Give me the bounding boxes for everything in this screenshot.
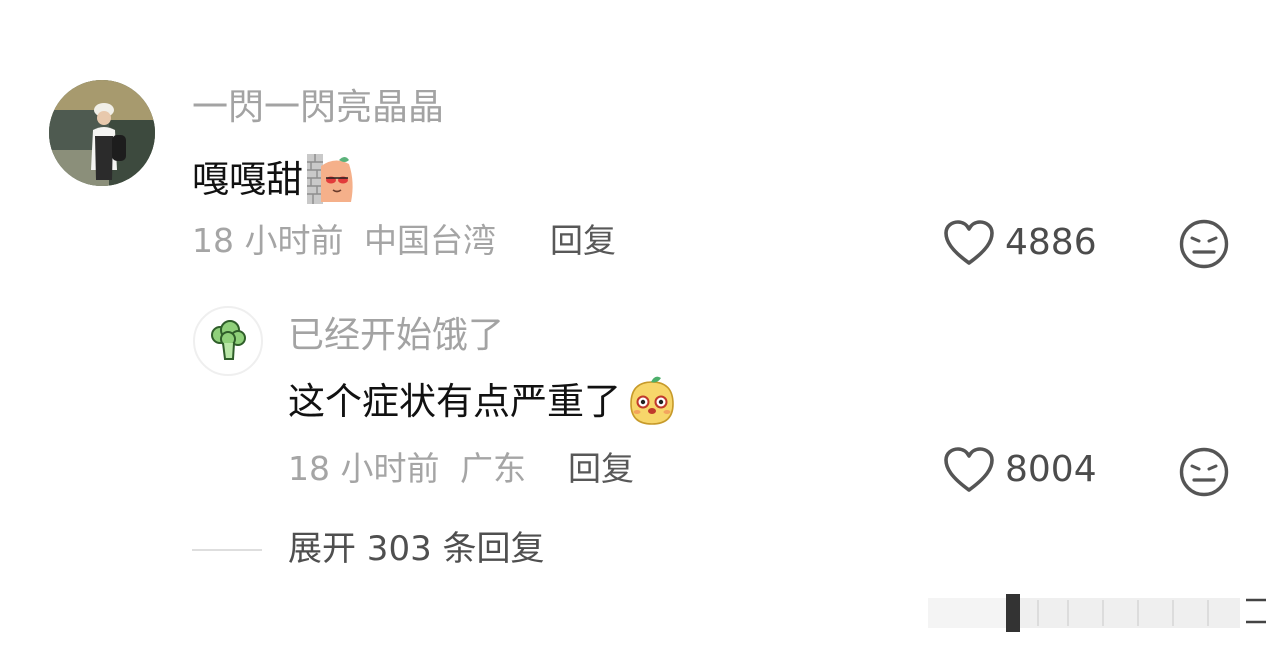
reply-like-count: 8004 (1005, 449, 1097, 490)
comment-username[interactable]: 一閃一閃亮晶晶 (192, 90, 444, 126)
potato-face-sticker-icon (630, 376, 674, 425)
broccoli-icon (211, 320, 246, 360)
heart-outline-icon (944, 220, 994, 265)
reply-avatar[interactable] (193, 306, 263, 376)
comment-reply-button[interactable]: 回复 (550, 224, 616, 257)
meh-face-icon (1179, 447, 1229, 497)
reply-time: 18 小时前 (288, 449, 440, 488)
comment-dislike-button[interactable] (1178, 218, 1230, 274)
comment-like-count: 4886 (1005, 222, 1097, 263)
expand-divider (192, 549, 262, 551)
comment-like-button[interactable]: 4886 (943, 219, 1097, 267)
reply-like-button[interactable]: 8004 (943, 446, 1097, 494)
comment-location: 中国台湾 (363, 221, 496, 260)
reply-meta: 18 小时前 广东 (288, 452, 526, 485)
comment-meta: 18 小时前 中国台湾 (192, 224, 496, 257)
heart-outline-icon (944, 447, 994, 492)
comment-text-row: 嘎嘎甜 (192, 152, 359, 206)
user-avatar[interactable] (49, 80, 155, 186)
comment-time: 18 小时前 (192, 221, 344, 260)
reply-reply-button[interactable]: 回复 (568, 452, 634, 485)
wall-peek-sticker-icon (307, 154, 353, 204)
comment-text: 嘎嘎甜 (192, 157, 303, 201)
reply-dislike-button[interactable] (1178, 446, 1230, 502)
reply-username[interactable]: 已经开始饿了 (288, 318, 504, 354)
expand-replies-button[interactable]: 展开 303 条回复 (288, 532, 545, 566)
reply-text: 这个症状有点严重了 (288, 379, 621, 423)
reply-location: 广东 (459, 449, 526, 488)
avatar-photo (49, 80, 155, 186)
reply-text-row: 这个症状有点严重了 (288, 374, 679, 428)
meh-face-icon (1179, 219, 1229, 269)
watermark-graphic (928, 594, 1266, 632)
